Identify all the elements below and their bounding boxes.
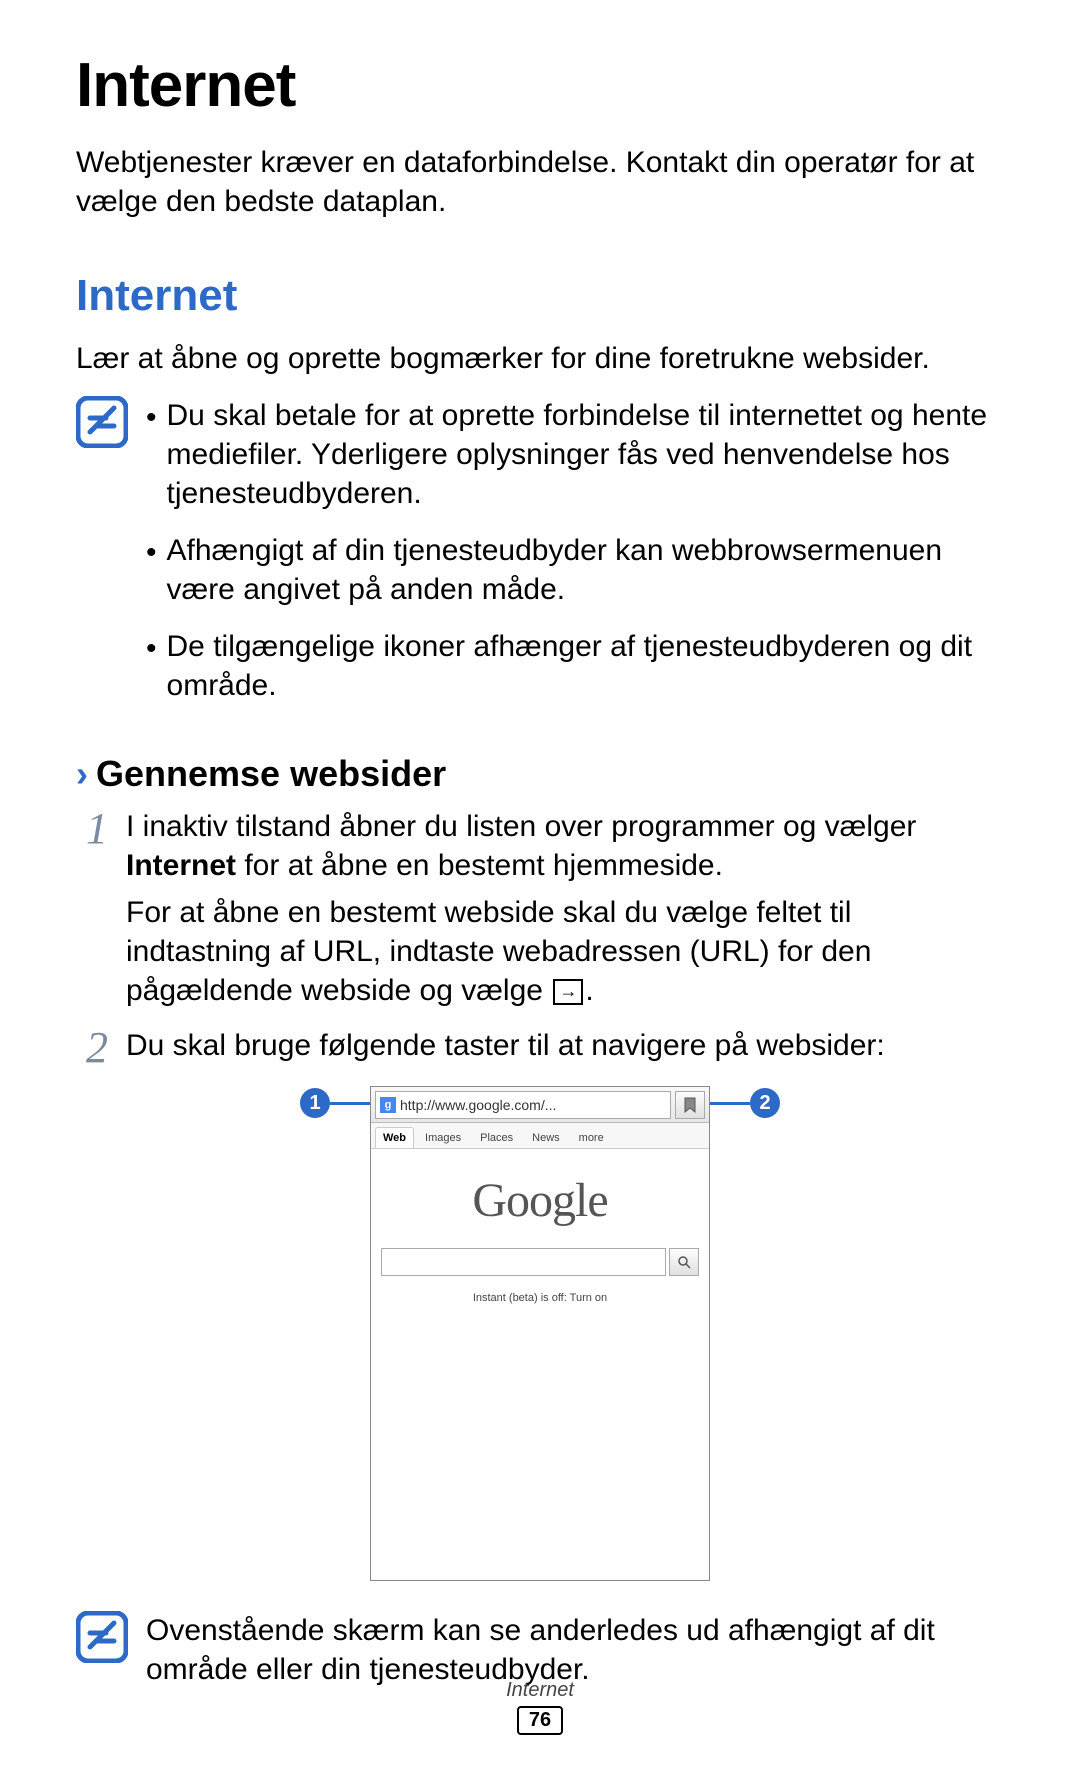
bookmark-button[interactable] xyxy=(675,1091,705,1119)
tab-web[interactable]: Web xyxy=(375,1127,414,1148)
intro-paragraph: Webtjenester kræver en dataforbindelse. … xyxy=(76,143,1004,221)
phone-screenshot: g http://www.google.com/... Web Images P… xyxy=(370,1086,710,1581)
note-bullet-1: • Du skal betale for at oprette forbinde… xyxy=(146,396,1004,513)
note-icon xyxy=(76,1611,128,1663)
bullet-dot: • xyxy=(146,627,157,668)
step-2-text: Du skal bruge følgende taster til at nav… xyxy=(126,1026,1004,1065)
search-button[interactable] xyxy=(669,1248,699,1276)
callout-badge-1: 1 xyxy=(300,1088,330,1118)
bullet-dot: • xyxy=(146,531,157,572)
tab-more[interactable]: more xyxy=(571,1127,612,1148)
bookmark-icon xyxy=(683,1097,697,1113)
tab-images[interactable]: Images xyxy=(417,1127,469,1148)
tab-news[interactable]: News xyxy=(524,1127,568,1148)
step-number-2: 2 xyxy=(76,1026,108,1070)
screenshot-wrapper: 1 2 g http://www.google.com/... xyxy=(76,1086,1004,1581)
favicon-icon: g xyxy=(380,1097,396,1113)
step1-text-a: I inaktiv tilstand åbner du listen over … xyxy=(126,810,916,843)
step1-p2a: For at åbne en bestemt webside skal du v… xyxy=(126,896,871,1007)
note-bullet-2: • Afhængigt af din tjenesteudbyder kan w… xyxy=(146,531,1004,609)
page-number: 76 xyxy=(517,1706,563,1735)
callout-badge-2: 2 xyxy=(750,1088,780,1118)
step1-text-b: for at åbne en bestemt hjemmeside. xyxy=(236,849,723,882)
footer-note-block: Ovenstående skærm kan se anderledes ud a… xyxy=(76,1611,1004,1689)
page-title: Internet xyxy=(76,50,1004,121)
footer-note-text: Ovenstående skærm kan se anderledes ud a… xyxy=(146,1611,1004,1689)
note-text-2: Afhængigt af din tjenesteudbyder kan web… xyxy=(167,531,1004,609)
step1-bold: Internet xyxy=(126,849,236,882)
search-row xyxy=(381,1248,699,1276)
note-block: • Du skal betale for at oprette forbinde… xyxy=(76,396,1004,723)
go-arrow-icon: → xyxy=(553,979,583,1005)
search-input[interactable] xyxy=(381,1248,666,1276)
search-icon xyxy=(677,1255,691,1269)
chevron-icon: › xyxy=(76,753,88,795)
step-number-1: 1 xyxy=(76,807,108,851)
browser-tabs: Web Images Places News more xyxy=(371,1123,709,1149)
step1-p2b: . xyxy=(585,974,593,1007)
url-field[interactable]: g http://www.google.com/... xyxy=(375,1091,671,1119)
subsection-text: Gennemse websider xyxy=(96,753,446,795)
subsection-title: › Gennemse websider xyxy=(76,753,1004,795)
google-logo: Google xyxy=(371,1173,709,1228)
footer-label: Internet xyxy=(0,1679,1080,1702)
browser-address-bar: g http://www.google.com/... xyxy=(371,1087,709,1123)
step-2: 2 Du skal bruge følgende taster til at n… xyxy=(76,1026,1004,1070)
tab-places[interactable]: Places xyxy=(472,1127,521,1148)
note-icon xyxy=(76,396,128,448)
note-bullet-3: • De tilgængelige ikoner afhænger af tje… xyxy=(146,627,1004,705)
section-intro: Lær at åbne og oprette bogmærker for din… xyxy=(76,339,1004,378)
instant-text: Instant (beta) is off: Turn on xyxy=(371,1292,709,1304)
step-1-text: I inaktiv tilstand åbner du listen over … xyxy=(126,807,1004,1018)
step-1: 1 I inaktiv tilstand åbner du listen ove… xyxy=(76,807,1004,1018)
url-text: http://www.google.com/... xyxy=(400,1097,556,1113)
note-text-1: Du skal betale for at oprette forbindels… xyxy=(167,396,1004,513)
note-text-3: De tilgængelige ikoner afhænger af tjene… xyxy=(167,627,1004,705)
section-title: Internet xyxy=(76,271,1004,321)
page-footer: Internet 76 xyxy=(0,1679,1080,1737)
bullet-dot: • xyxy=(146,396,157,437)
